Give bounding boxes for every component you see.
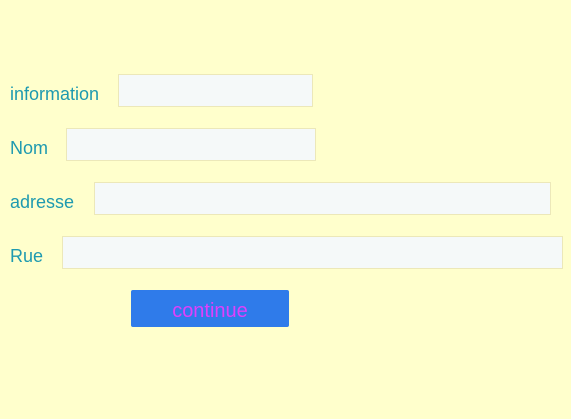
adresse-input[interactable] [94, 182, 551, 215]
form-page: { "form": { "fields": [ { "label": "info… [0, 0, 571, 419]
adresse-label: adresse [10, 192, 75, 212]
continue-button[interactable]: continue [131, 290, 289, 327]
rue-input[interactable] [62, 236, 563, 269]
nom-label: Nom [10, 138, 49, 158]
information-label: information [10, 84, 100, 104]
information-input[interactable] [118, 74, 313, 107]
nom-input[interactable] [66, 128, 316, 161]
rue-label: Rue [10, 246, 44, 266]
